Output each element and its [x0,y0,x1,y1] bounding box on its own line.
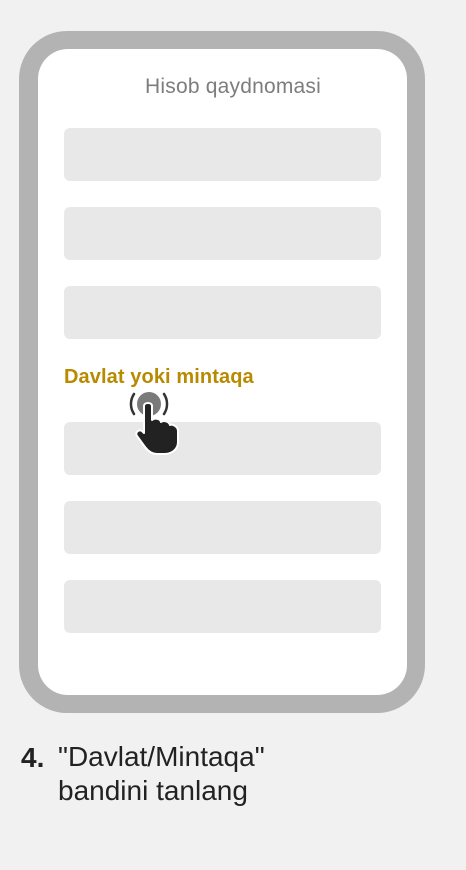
tap-hand-icon [124,384,188,456]
screen-title: Hisob qaydnomasi [145,75,321,98]
step-instruction-line2: bandini tanlang [58,775,248,806]
form-field-2[interactable] [64,207,381,260]
form-field-6[interactable] [64,580,381,633]
step-instruction: "Davlat/Mintaqa" bandini tanlang [58,740,265,808]
form-field-5[interactable] [64,501,381,554]
step-number: 4. [21,742,45,773]
step-instruction-line1: "Davlat/Mintaqa" [58,741,265,772]
form-field-3[interactable] [64,286,381,339]
form-field-4[interactable] [64,422,381,475]
form-field-1[interactable] [64,128,381,181]
